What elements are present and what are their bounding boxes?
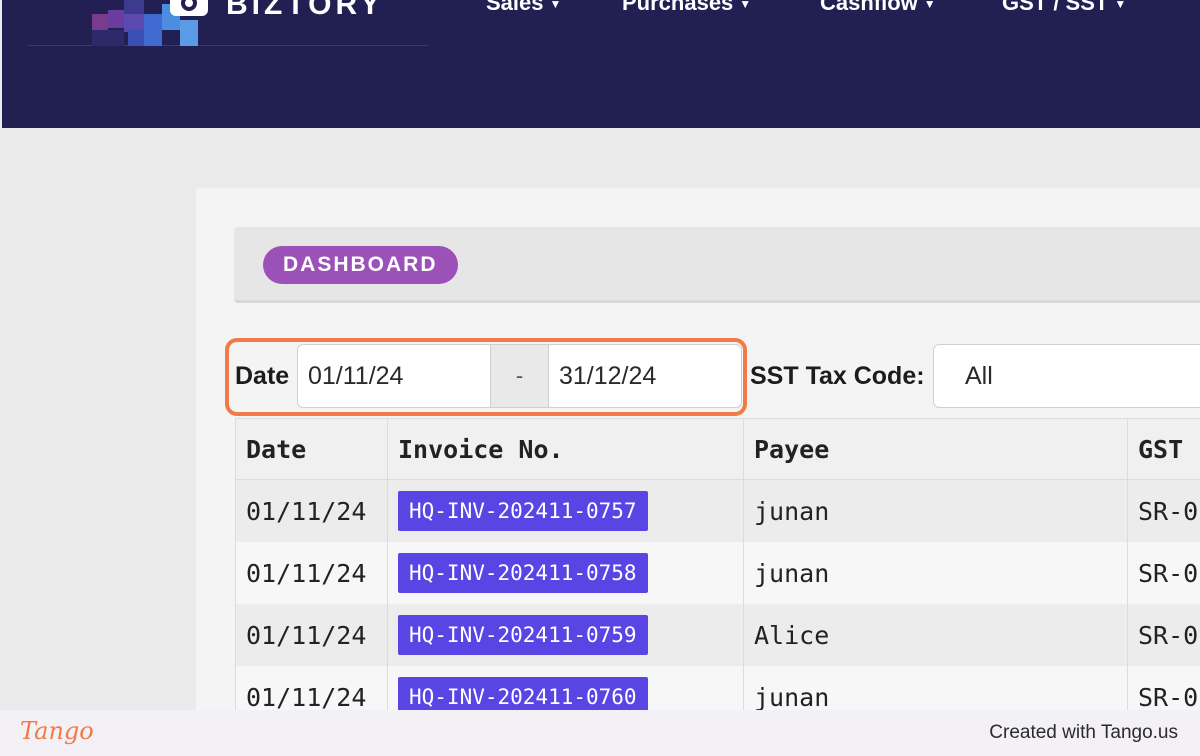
nav-cashflow[interactable]: Cashflow ▼ [820,0,936,16]
cell-date: 01/11/24 [236,480,388,542]
cell-payee: junan [744,542,1128,604]
nav-cashflow-label: Cashflow [820,0,918,15]
nav-purchases-label: Purchases [622,0,734,15]
brand-name: BIZTORY [226,0,385,21]
main-card: DASHBOARD Date 01/11/24 - 31/12/24 SST T… [196,188,1200,728]
invoice-link[interactable]: HQ-INV-202411-0757 [398,491,648,531]
sst-tax-code-label: SST Tax Code: [750,362,925,390]
table-row[interactable]: 01/11/24 HQ-INV-202411-0757 junan SR-0 [235,480,1200,542]
column-header-payee[interactable]: Payee [744,419,1128,479]
invoice-link[interactable]: HQ-INV-202411-0758 [398,553,648,593]
section-header-panel: DASHBOARD [234,227,1200,303]
cell-gst: SR-0 [1138,496,1199,526]
cell-invoice: HQ-INV-202411-0757 [388,480,744,542]
invoice-table: Date Invoice No. Payee GST 01/11/24 HQ-I… [235,418,1200,728]
cell-gst: SR-0 [1138,558,1199,588]
chevron-down-icon: ▼ [1114,0,1127,12]
tango-footer: Tango Created with Tango.us [0,710,1200,756]
invoice-link[interactable]: HQ-INV-202411-0759 [398,615,648,655]
cell-payee: Alice [744,604,1128,666]
column-header-gst[interactable]: GST [1128,419,1200,479]
column-header-date[interactable]: Date [236,419,388,479]
created-with-tango-text: Created with Tango.us [989,722,1178,743]
top-navbar: BIZTORY Sales ▼ Purchases ▼ Cashflow ▼ GST … [2,0,1200,128]
nav-gst-sst[interactable]: GST / SST ▼ [1002,0,1126,16]
table-row[interactable]: 01/11/24 HQ-INV-202411-0759 Alice SR-0 [235,604,1200,666]
column-header-invoice-no[interactable]: Invoice No. [388,419,744,479]
sst-tax-code-select[interactable]: All [933,344,1200,408]
cell-invoice: HQ-INV-202411-0759 [388,604,744,666]
cell-payee: junan [744,480,1128,542]
brand-area[interactable]: BIZTORY [28,0,428,46]
cell-date: 01/11/24 [236,604,388,666]
cell-invoice: HQ-INV-202411-0758 [388,542,744,604]
nav-gst-sst-label: GST / SST [1002,0,1109,15]
dashboard-badge[interactable]: DASHBOARD [263,246,458,284]
cell-date: 01/11/24 [236,542,388,604]
tango-logo: Tango [20,717,94,745]
nav-sales-label: Sales [486,0,544,15]
table-row[interactable]: 01/11/24 HQ-INV-202411-0758 junan SR-0 [235,542,1200,604]
camera-logo-icon [170,0,208,16]
nav-purchases[interactable]: Purchases ▼ [622,0,751,16]
tango-highlight-box [225,338,747,416]
table-header-row: Date Invoice No. Payee GST [235,418,1200,480]
chevron-down-icon: ▼ [549,0,562,12]
chevron-down-icon: ▼ [739,0,752,12]
nav-sales[interactable]: Sales ▼ [486,0,561,16]
cell-gst: SR-0 [1138,620,1199,650]
chevron-down-icon: ▼ [923,0,936,12]
